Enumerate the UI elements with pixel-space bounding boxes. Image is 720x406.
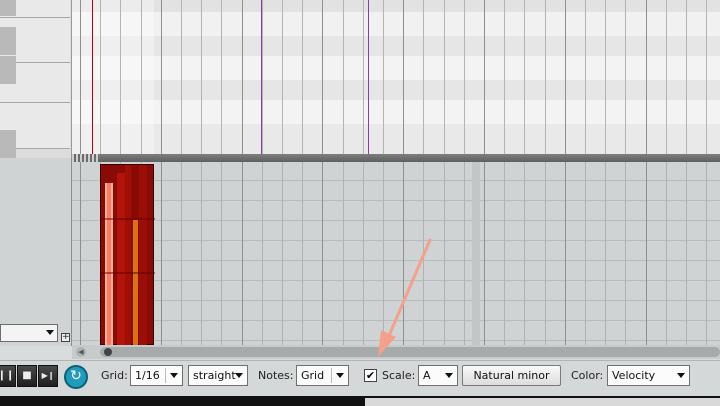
grid-type-select[interactable]: straight (188, 365, 248, 386)
note-grid[interactable] (72, 162, 720, 345)
chevron-down-icon (235, 373, 243, 378)
midi-note[interactable] (117, 173, 125, 345)
scale-label: Scale: (382, 369, 416, 382)
midi-note[interactable] (125, 165, 131, 345)
black-key[interactable] (0, 27, 16, 55)
midi-item-notes (101, 165, 155, 345)
grid-row-band (72, 80, 720, 100)
note-grid-lines (72, 162, 720, 345)
scrollbar-thumb[interactable] (104, 348, 112, 356)
midi-note[interactable] (133, 220, 138, 345)
grid-bar-shade (472, 162, 480, 345)
grid-row-band (72, 124, 720, 154)
scale-type-button[interactable]: Natural minor (462, 365, 561, 386)
piano-keys-panel[interactable] (0, 0, 72, 158)
lane-divider[interactable] (72, 154, 720, 162)
color-value: Velocity (612, 369, 656, 382)
scroll-left-icon[interactable]: ◀ (76, 347, 86, 357)
midi-note[interactable] (139, 165, 147, 345)
grid-value: 1/16 (135, 369, 160, 382)
grid-row-band (72, 12, 720, 36)
black-key[interactable] (0, 56, 16, 84)
chevron-down-icon (677, 373, 685, 378)
midi-editor-window: + ◀ ❙❙ ■ ▶❙ ↻ Grid: 1/16 straight Notes:… (0, 0, 720, 406)
piano-roll-upper-grid[interactable] (72, 0, 720, 155)
midi-editor-toolbar: ❙❙ ■ ▶❙ ↻ Grid: 1/16 straight Notes: Gri… (0, 360, 720, 396)
cc-lane-panel (0, 158, 72, 346)
grid-row-band (72, 56, 720, 80)
grid-label: Grid: (101, 369, 128, 382)
scale-root-select[interactable]: A (418, 365, 458, 386)
pause-button[interactable]: ❙❙ (0, 365, 16, 387)
chevron-down-icon (46, 330, 54, 335)
color-label: Color: (571, 369, 604, 382)
black-key[interactable] (0, 130, 16, 158)
midi-item[interactable] (100, 164, 155, 345)
chevron-down-icon (445, 373, 453, 378)
grid-row-band (72, 36, 720, 56)
scale-root-value: A (423, 369, 431, 382)
next-button[interactable]: ▶❙ (38, 365, 58, 387)
notes-select[interactable]: Grid (296, 365, 349, 386)
upper-grid-lines (72, 0, 720, 155)
color-select[interactable]: Velocity (607, 365, 690, 386)
divider-handle[interactable] (72, 154, 98, 162)
notes-label: Notes: (258, 369, 294, 382)
chevron-down-icon (336, 373, 344, 378)
loop-icon[interactable]: ↻ (64, 365, 88, 389)
scrollbar-track[interactable] (100, 347, 720, 357)
chevron-down-icon (170, 373, 178, 378)
scale-checkbox[interactable]: ✔ (364, 369, 377, 382)
grid-type-value: straight (193, 369, 236, 382)
black-key[interactable] (0, 0, 16, 16)
horizontal-scrollbar[interactable]: ◀ (72, 345, 720, 359)
grid-row-band (72, 100, 720, 124)
lane-select-dropdown[interactable] (0, 324, 58, 342)
add-lane-icon[interactable]: + (61, 333, 70, 342)
midi-note-core (107, 183, 111, 345)
notes-value: Grid (301, 369, 325, 382)
stop-button[interactable]: ■ (17, 365, 37, 387)
grid-select[interactable]: 1/16 (130, 365, 183, 386)
grid-row-band (72, 0, 720, 12)
arrange-view-track (365, 398, 720, 406)
